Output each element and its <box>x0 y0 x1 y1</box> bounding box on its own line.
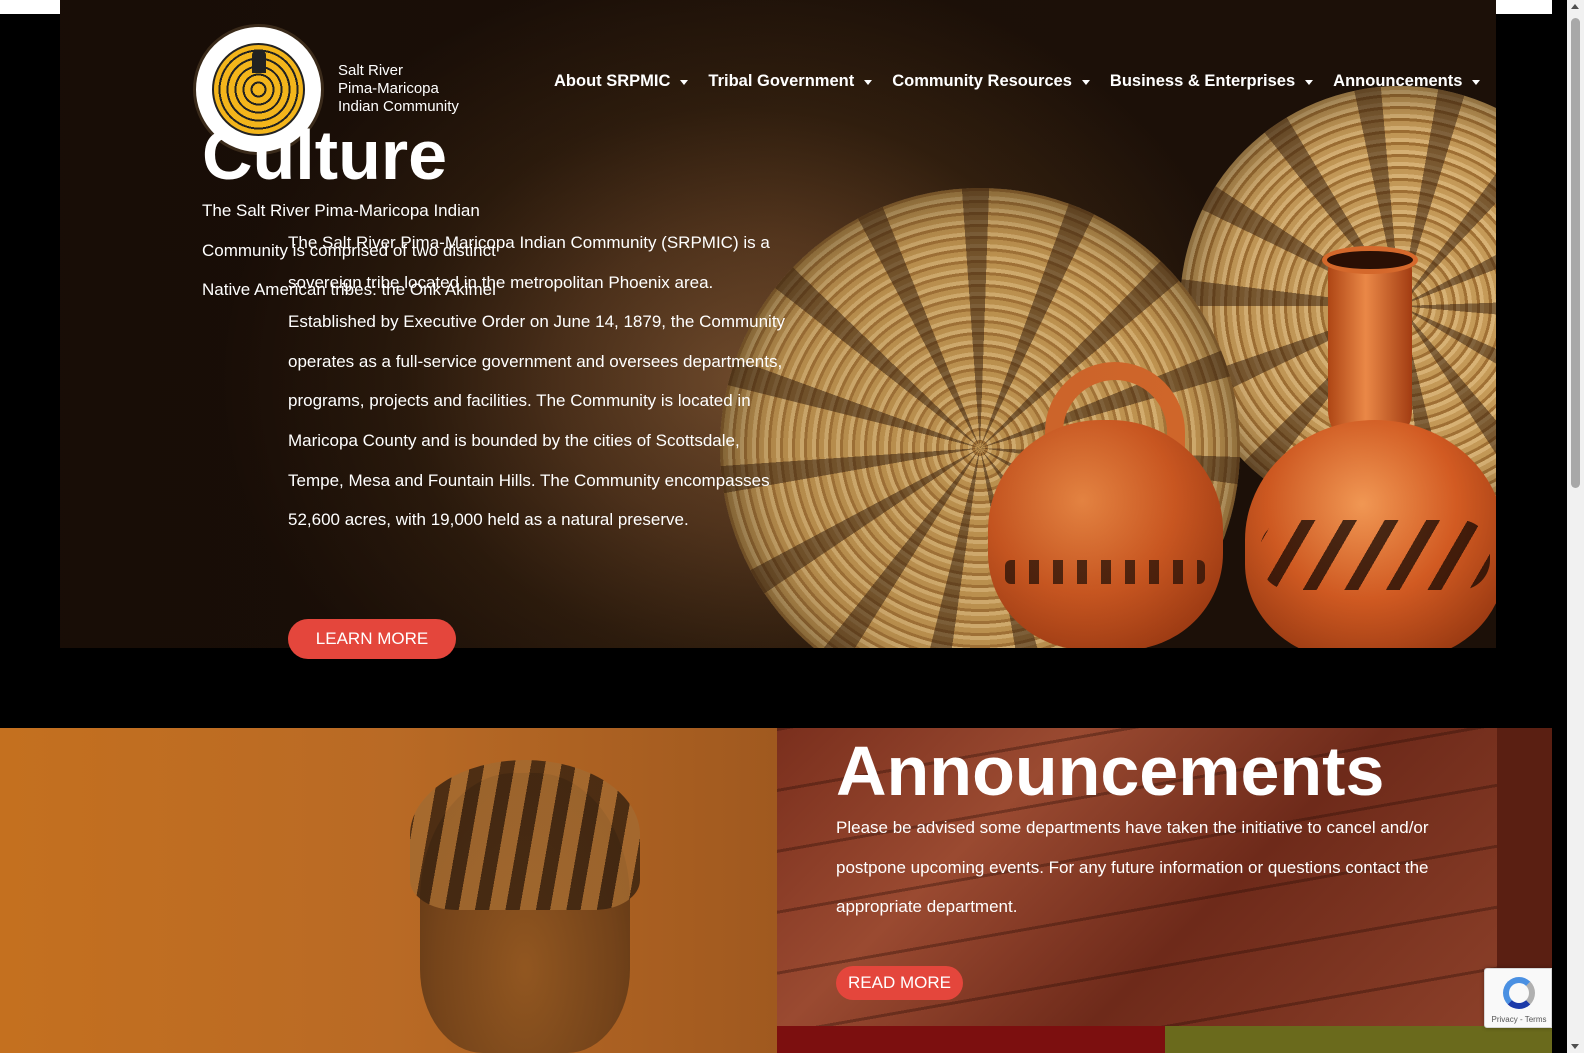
read-more-button[interactable]: READ MORE <box>836 966 963 1000</box>
nav-business-enterprises-label: Business & Enterprises <box>1109 71 1296 90</box>
main-nav: About SRPMIC Tribal Government Community… <box>554 70 1481 92</box>
culture-section <box>0 728 777 1053</box>
brand-name[interactable]: Salt River Pima-Maricopa Indian Communit… <box>338 62 459 116</box>
brand-line-3: Indian Community <box>338 98 459 115</box>
scroll-up-icon[interactable] <box>1571 4 1579 9</box>
recaptcha-terms-link[interactable]: Terms <box>1525 1015 1547 1024</box>
page-scrollbar[interactable] <box>1567 0 1584 1053</box>
recaptcha-privacy-link[interactable]: Privacy <box>1492 1015 1518 1024</box>
nav-about[interactable]: About SRPMIC <box>554 70 689 92</box>
nav-about-label: About SRPMIC <box>554 71 671 90</box>
next-section-olive <box>1165 1026 1552 1053</box>
nav-tribal-government-label: Tribal Government <box>708 71 855 90</box>
recaptcha-separator: - <box>1517 1015 1525 1024</box>
nav-announcements[interactable]: Announcements <box>1333 70 1481 92</box>
nav-community-resources-label: Community Resources <box>892 71 1072 90</box>
caret-down-icon <box>1305 79 1314 85</box>
caret-down-icon <box>864 79 873 85</box>
nav-tribal-government[interactable]: Tribal Government <box>708 70 873 92</box>
next-section-red <box>777 1026 1165 1053</box>
nav-community-resources[interactable]: Community Resources <box>892 70 1090 92</box>
scrollbar-thumb[interactable] <box>1571 18 1580 488</box>
scroll-down-icon[interactable] <box>1571 1044 1579 1049</box>
learn-more-button[interactable]: LEARN MORE <box>288 619 456 659</box>
caret-down-icon <box>680 79 689 85</box>
nav-announcements-label: Announcements <box>1333 71 1463 90</box>
announcements-description: Please be advised some departments have … <box>836 818 1429 917</box>
recaptcha-icon <box>1503 977 1535 1009</box>
announcements-title[interactable]: Announcements <box>836 732 1384 810</box>
caret-down-icon <box>1081 79 1090 85</box>
caret-down-icon <box>1472 79 1481 85</box>
recaptcha-links: Privacy - Terms <box>1489 1015 1549 1024</box>
hero-banner: Salt River Pima-Maricopa Indian Communit… <box>60 0 1496 648</box>
brand-line-1: Salt River <box>338 62 404 79</box>
brand-line-2: Pima-Maricopa <box>338 80 439 97</box>
recaptcha-badge[interactable]: Privacy - Terms <box>1484 968 1552 1028</box>
culture-description: The Salt River Pima-Maricopa Indian Comm… <box>202 201 496 300</box>
man-in-maze-figure-icon <box>252 51 266 73</box>
culture-title[interactable]: Culture <box>202 116 447 194</box>
portrait-headwear <box>410 760 640 910</box>
nav-business-enterprises[interactable]: Business & Enterprises <box>1109 70 1314 92</box>
